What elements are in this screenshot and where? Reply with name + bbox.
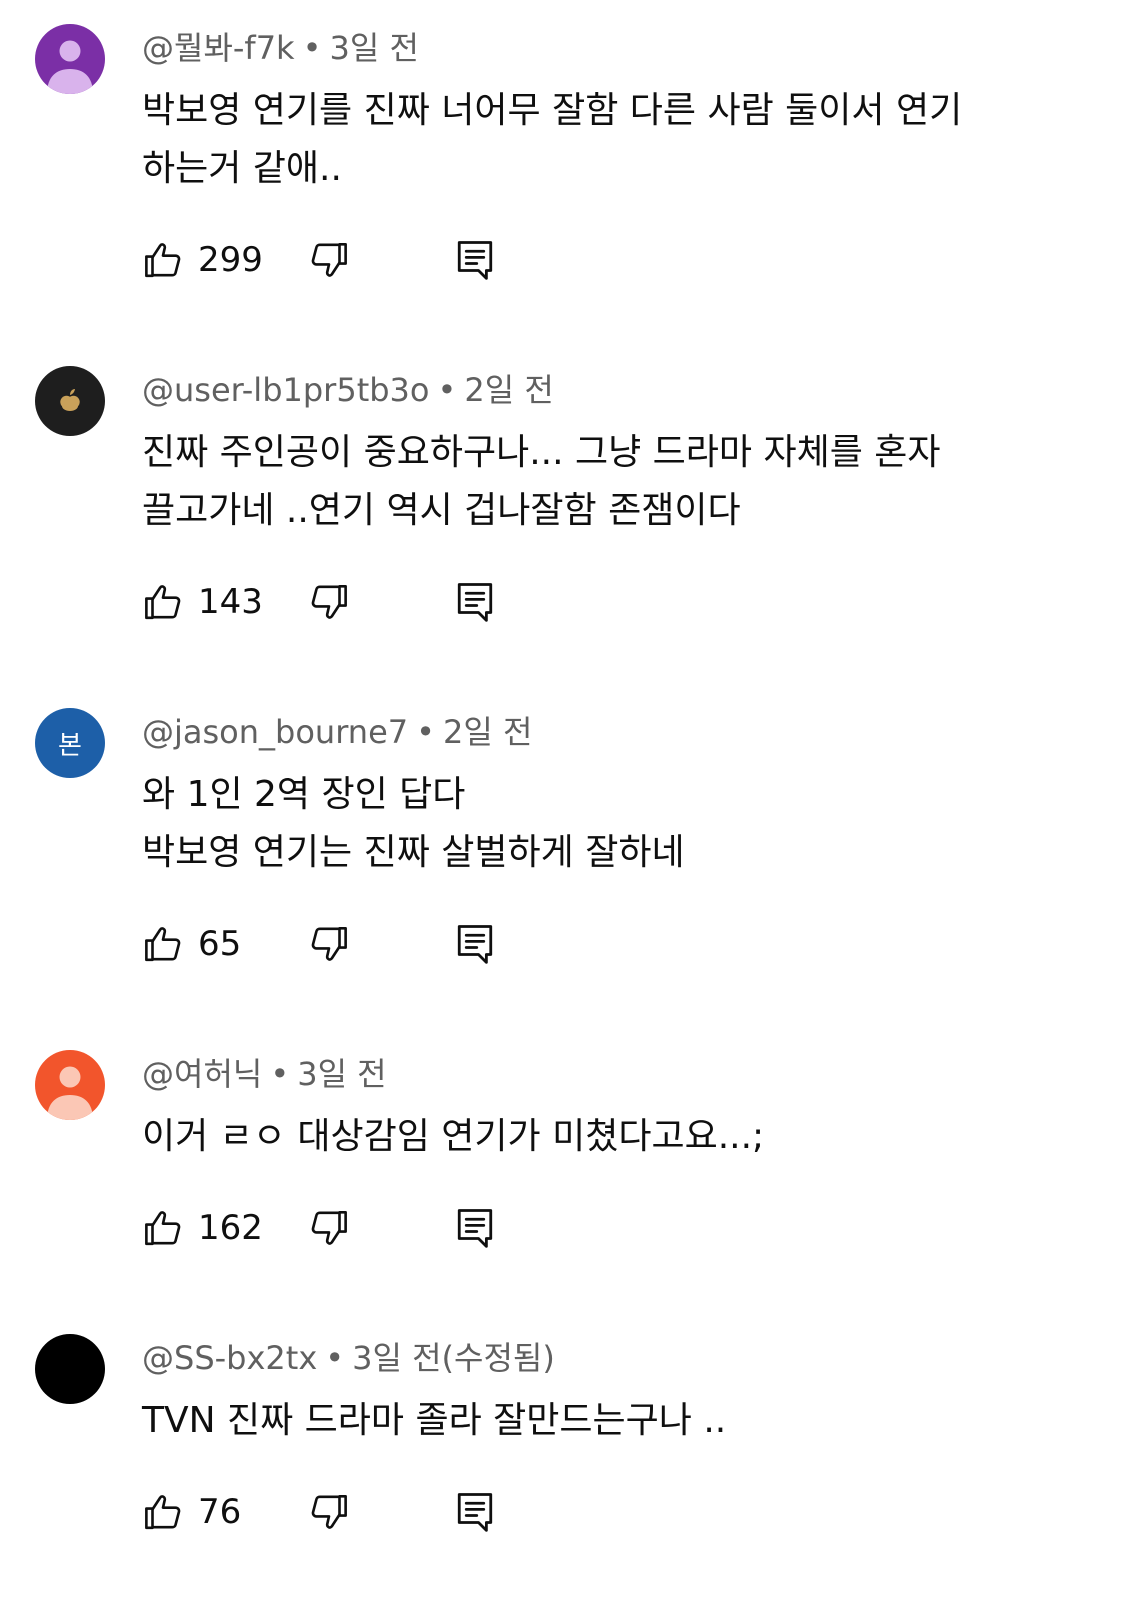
comment-time: 2일 전 [464, 371, 554, 409]
thumbs-down-icon [308, 923, 350, 965]
thumbs-down-icon [308, 581, 350, 623]
thumbs-up-icon [142, 923, 184, 965]
author-handle[interactable]: @뭘봐-f7k [142, 29, 295, 67]
thumbs-down-icon [308, 1207, 350, 1249]
comment-time: 3일 전 [329, 29, 419, 67]
thumbs-up-icon [142, 239, 184, 281]
like-count: 143 [198, 582, 263, 622]
comment-meta: @jason_bourne7 • 2일 전 [142, 710, 532, 754]
like-count: 299 [198, 240, 263, 280]
avatar-letter: 본 [35, 708, 105, 778]
avatar[interactable] [35, 24, 105, 94]
like-button[interactable]: 65 [142, 919, 241, 969]
like-count: 65 [198, 924, 242, 964]
author-handle[interactable]: @user-lb1pr5tb3o [142, 371, 429, 409]
reply-button[interactable] [450, 235, 500, 285]
dislike-button[interactable] [304, 1203, 354, 1253]
comment-text-line: TVN 진짜 드라마 졸라 잘만드는구나 .. [142, 1400, 727, 1441]
thumbs-down-icon [308, 1491, 350, 1533]
thumbs-up-icon [142, 1491, 184, 1533]
comment-text: TVN 진짜 드라마 졸라 잘만드는구나 .. [142, 1392, 1052, 1450]
like-button[interactable]: 143 [142, 577, 263, 627]
comment-text-line: 끌고가네 ..연기 역시 겁나잘함 존잼이다 [142, 490, 741, 531]
dislike-button[interactable] [304, 919, 354, 969]
comment-time: 3일 전(수정됨) [352, 1339, 555, 1377]
reply-button[interactable] [450, 1487, 500, 1537]
comment-text-line: 이거 ㄹㅇ 대상감임 연기가 미쳤다고요...; [142, 1116, 765, 1157]
comment-text: 박보영 연기를 진짜 너어무 잘함 다른 사람 둘이서 연기하는거 같애.. [142, 82, 1052, 198]
reply-button[interactable] [450, 577, 500, 627]
avatar[interactable] [35, 1334, 105, 1404]
comment-reply-icon [454, 237, 496, 283]
like-button[interactable]: 162 [142, 1203, 263, 1253]
avatar[interactable]: 본 [35, 708, 105, 778]
comment-meta: @SS-bx2tx • 3일 전(수정됨) [142, 1336, 555, 1380]
author-handle[interactable]: @jason_bourne7 [142, 713, 408, 751]
like-count: 162 [198, 1208, 263, 1248]
author-handle[interactable]: @여허닉 [142, 1055, 262, 1093]
meta-separator: • [416, 713, 435, 751]
comment-text-line: 박보영 연기는 진짜 살벌하게 잘하네 [142, 832, 685, 873]
meta-separator: • [270, 1055, 290, 1093]
comment-reply-icon [454, 579, 496, 625]
meta-separator: • [302, 29, 322, 67]
avatar[interactable] [35, 1050, 105, 1120]
comment-time: 2일 전 [443, 713, 533, 751]
comment-text: 진짜 주인공이 중요하구나... 그냥 드라마 자체를 혼자끌고가네 ..연기 … [142, 424, 1052, 540]
meta-separator: • [325, 1339, 345, 1377]
dislike-button[interactable] [304, 577, 354, 627]
comment-text-line: 진짜 주인공이 중요하구나... 그냥 드라마 자체를 혼자 [142, 432, 941, 473]
comment-text-line: 박보영 연기를 진짜 너어무 잘함 다른 사람 둘이서 연기 [142, 90, 963, 131]
dislike-button[interactable] [304, 235, 354, 285]
like-button[interactable]: 76 [142, 1487, 241, 1537]
thumbs-up-icon [142, 581, 184, 623]
comment-meta: @user-lb1pr5tb3o • 2일 전 [142, 368, 554, 412]
author-handle[interactable]: @SS-bx2tx [142, 1339, 317, 1377]
comment-reply-icon [454, 1489, 496, 1535]
comment-time: 3일 전 [297, 1055, 387, 1093]
reply-button[interactable] [450, 1203, 500, 1253]
comment-text-line: 와 1인 2역 장인 답다 [142, 774, 466, 815]
comment-text: 와 1인 2역 장인 답다박보영 연기는 진짜 살벌하게 잘하네 [142, 766, 1052, 882]
like-button[interactable]: 299 [142, 235, 263, 285]
dislike-button[interactable] [304, 1487, 354, 1537]
thumbs-down-icon [308, 239, 350, 281]
comment-meta: @여허닉 • 3일 전 [142, 1052, 387, 1096]
avatar[interactable] [35, 366, 105, 436]
reply-button[interactable] [450, 919, 500, 969]
thumbs-up-icon [142, 1207, 184, 1249]
comment-reply-icon [454, 1205, 496, 1251]
meta-separator: • [437, 371, 457, 409]
comment-meta: @뭘봐-f7k • 3일 전 [142, 26, 419, 70]
comment-reply-icon [454, 921, 496, 967]
comment-text-line: 하는거 같애.. [142, 148, 342, 189]
like-count: 76 [198, 1492, 242, 1532]
comment-text: 이거 ㄹㅇ 대상감임 연기가 미쳤다고요...; [142, 1108, 1052, 1166]
